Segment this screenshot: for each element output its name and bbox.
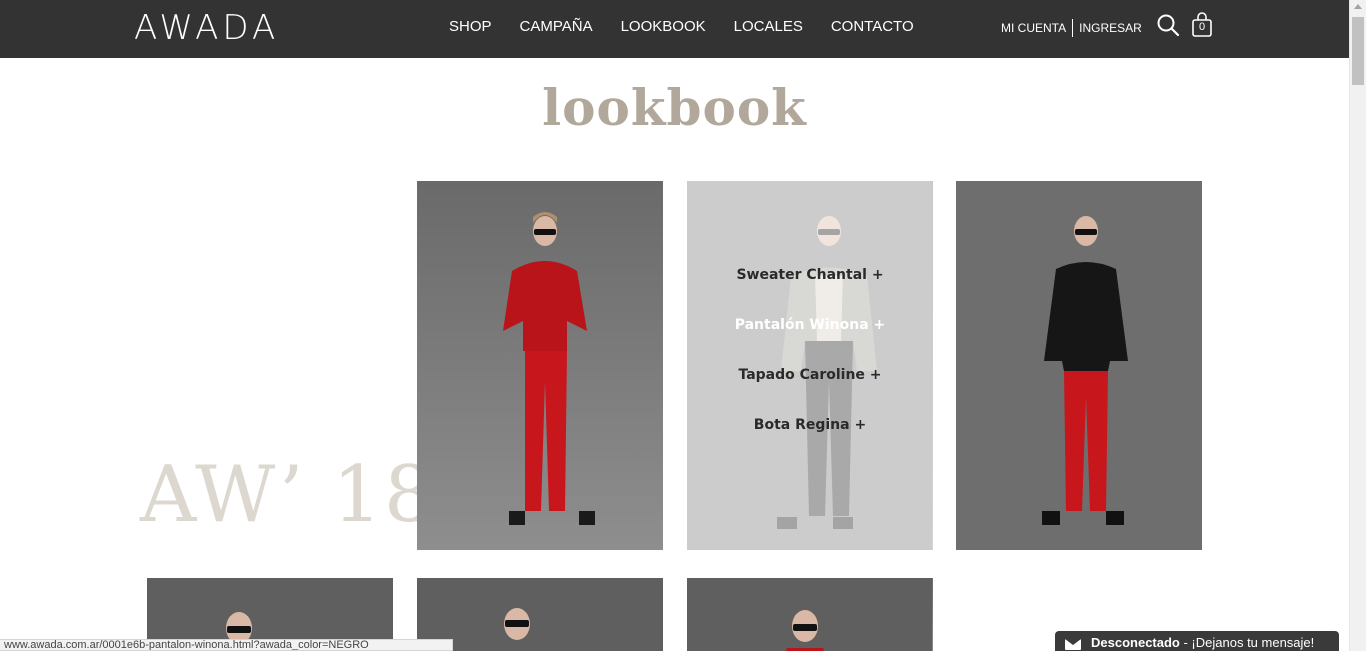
- product-link-pantalon-winona[interactable]: Pantalón Winona +: [735, 315, 886, 365]
- model-photo-look-5: [417, 578, 663, 651]
- vertical-scrollbar[interactable]: [1349, 0, 1366, 651]
- look-tile-3[interactable]: [956, 181, 1202, 550]
- model-photo-black-jacket-outfit: [956, 181, 1202, 550]
- model-photo-red-outfit: [417, 181, 663, 550]
- look-tile-6[interactable]: [687, 578, 933, 651]
- product-link-tapado-caroline[interactable]: Tapado Caroline +: [738, 365, 881, 415]
- nav-campana[interactable]: CAMPAÑA: [520, 18, 593, 35]
- main-nav: SHOP CAMPAÑA LOOKBOOK LOCALES CONTACTO: [449, 18, 942, 35]
- page-title: lookbook: [542, 78, 807, 137]
- account-links: MI CUENTA INGRESAR: [1001, 19, 1142, 37]
- scrollbar-thumb[interactable]: [1352, 17, 1364, 85]
- look-tile-2[interactable]: Sweater Chantal + Pantalón Winona + Tapa…: [687, 181, 933, 550]
- browser-status-url: www.awada.com.ar/0001e6b-pantalon-winona…: [0, 639, 453, 651]
- nav-shop[interactable]: SHOP: [449, 18, 492, 35]
- nav-lookbook[interactable]: LOOKBOOK: [621, 18, 706, 35]
- product-link-bota-regina[interactable]: Bota Regina +: [754, 415, 866, 465]
- cart-count: 0: [1198, 21, 1206, 33]
- shopping-bag-icon[interactable]: 0: [1191, 12, 1213, 38]
- login-link[interactable]: INGRESAR: [1079, 21, 1142, 35]
- look-product-list: Sweater Chantal + Pantalón Winona + Tapa…: [687, 181, 933, 550]
- search-icon[interactable]: [1156, 13, 1180, 37]
- site-header: AWADA SHOP CAMPAÑA LOOKBOOK LOCALES CONT…: [0, 0, 1349, 58]
- look-tile-5[interactable]: [417, 578, 663, 651]
- my-account-link[interactable]: MI CUENTA: [1001, 21, 1066, 35]
- chat-status: Desconectado: [1091, 635, 1180, 650]
- model-photo-look-6: [687, 578, 932, 651]
- nav-locales[interactable]: LOCALES: [734, 18, 803, 35]
- mail-icon: [1065, 639, 1081, 650]
- chat-widget[interactable]: Desconectado - ¡Dejanos tu mensaje!: [1055, 631, 1339, 651]
- look-tile-1[interactable]: [417, 181, 663, 550]
- chat-message: - ¡Dejanos tu mensaje!: [1179, 635, 1315, 650]
- scroll-up-arrow-icon[interactable]: [1354, 4, 1362, 9]
- brand-logo[interactable]: AWADA: [134, 8, 279, 48]
- account-divider: [1072, 19, 1074, 37]
- nav-contacto[interactable]: CONTACTO: [831, 18, 914, 35]
- product-link-sweater-chantal[interactable]: Sweater Chantal +: [736, 265, 883, 315]
- season-label: AW’ 18: [140, 450, 436, 540]
